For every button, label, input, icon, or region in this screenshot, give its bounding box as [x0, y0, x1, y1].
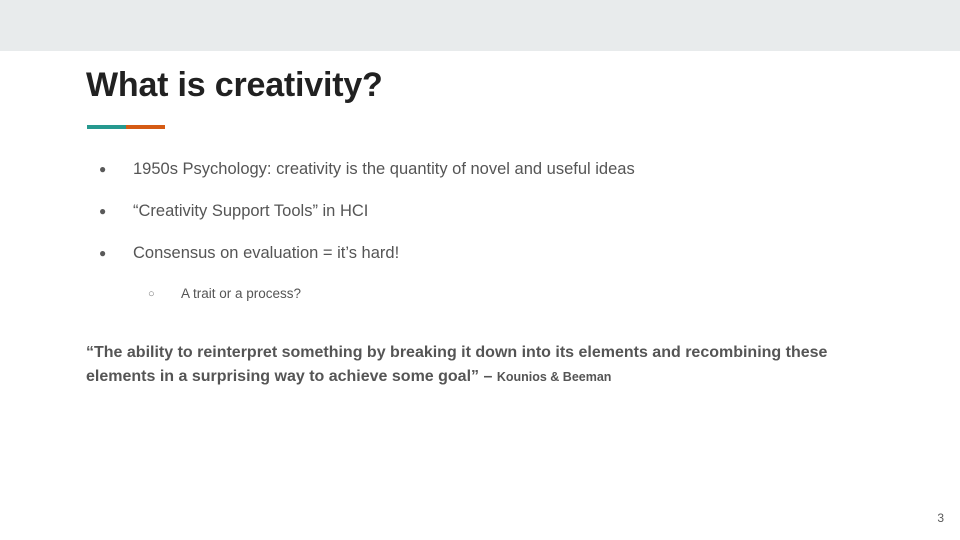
hollow-bullet-icon: ○ — [148, 288, 155, 300]
quote-text: “The ability to reinterpret something by… — [86, 344, 828, 385]
bullet-text: Consensus on evaluation = it’s hard! — [133, 244, 400, 262]
page-number: 3 — [937, 511, 944, 525]
bullet-dot-icon: ● — [99, 204, 107, 218]
bullet-text: 1950s Psychology: creativity is the quan… — [133, 160, 635, 178]
definition-quote: “The ability to reinterpret something by… — [86, 341, 886, 389]
title-accent-teal — [87, 125, 126, 129]
header-band — [0, 0, 960, 51]
title-accent-orange — [126, 125, 165, 129]
bullet-dot-icon: ● — [99, 162, 107, 176]
bullet-text: “Creativity Support Tools” in HCI — [133, 202, 369, 220]
quote-attribution: Kounios & Beeman — [496, 370, 612, 384]
bullet-dot-icon: ● — [99, 246, 107, 260]
sub-bullet-text: A trait or a process? — [181, 286, 302, 301]
slide-title: What is creativity? — [86, 66, 383, 104]
